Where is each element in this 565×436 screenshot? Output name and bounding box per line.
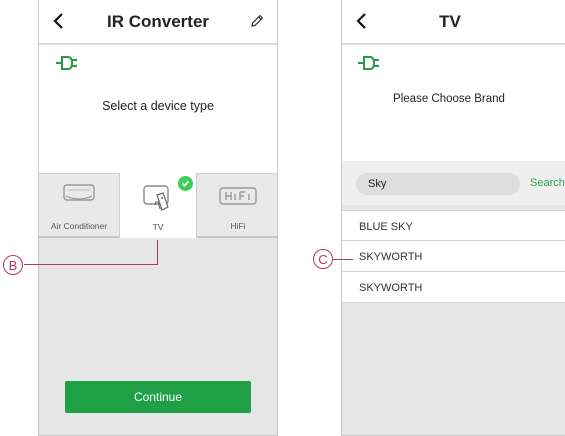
callout-b: B <box>3 255 23 275</box>
hifi-icon <box>219 187 257 205</box>
search-input[interactable] <box>356 173 520 195</box>
search-button[interactable]: Search <box>530 177 565 189</box>
search-bar: Search <box>342 161 565 205</box>
callout-b-line <box>157 240 158 265</box>
device-label: TV <box>152 222 164 232</box>
device-option-hifi[interactable]: HiFi <box>197 174 277 237</box>
brand-name: BLUE SKY <box>359 221 413 233</box>
callout-c: C <box>313 249 333 269</box>
page-title: IR Converter <box>106 12 210 31</box>
device-option-tv[interactable]: TV <box>119 173 197 238</box>
device-label: HiFi <box>230 221 246 231</box>
callout-b-line <box>24 264 158 265</box>
choose-brand-prompt: Please Choose Brand <box>393 93 505 105</box>
ir-converter-screen: IR Converter Select a device type Air Co… <box>38 0 278 436</box>
device-type-panel: Select a device type <box>39 45 277 173</box>
brand-name: SKYWORTH <box>359 251 423 263</box>
device-option-air-conditioner[interactable]: Air Conditioner <box>39 174 119 237</box>
continue-button[interactable]: Continue <box>65 381 251 413</box>
plug-icon <box>358 56 379 70</box>
brand-panel: Please Choose Brand <box>342 45 565 161</box>
brand-list-item[interactable]: BLUE SKY › <box>342 210 565 241</box>
brand-name: SKYWORTH <box>359 282 423 294</box>
device-label: Air Conditioner <box>50 221 108 231</box>
device-type-selector: Air Conditioner TV HiFi <box>39 173 277 238</box>
brand-list: BLUE SKY › SKYWORTH › SKYWORTH › <box>342 210 565 303</box>
air-conditioner-icon <box>63 184 95 201</box>
edit-button[interactable] <box>245 9 269 33</box>
brand-list-item[interactable]: SKYWORTH › <box>342 241 565 272</box>
header: IR Converter <box>39 0 277 44</box>
page-title: TV <box>439 12 461 31</box>
callout-c-line <box>333 259 353 260</box>
brand-list-item[interactable]: SKYWORTH › <box>342 272 565 303</box>
select-device-prompt: Select a device type <box>102 99 214 113</box>
pencil-icon <box>251 14 264 27</box>
selected-check-icon <box>178 176 193 191</box>
plug-icon <box>56 56 77 70</box>
tv-remote-icon <box>143 185 169 211</box>
choose-brand-screen: TV Please Choose Brand Search BLUE SKY ›… <box>341 0 565 436</box>
header: TV <box>342 0 565 44</box>
